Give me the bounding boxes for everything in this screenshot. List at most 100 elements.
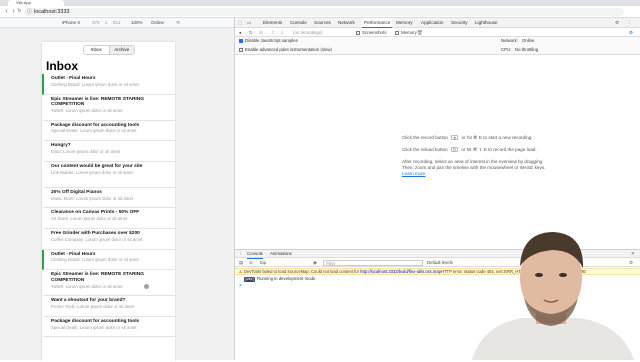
capture-settings-icon[interactable]: ⚙ [629,28,633,37]
message-list: Outlet - Final Hours Clothing Brand: Loru… [42,74,175,338]
tab-console[interactable]: Console [290,18,307,28]
memory-label: Memory [401,30,417,35]
message-preview: Special Deals: Lorum ipsum dolor or sit … [51,324,137,330]
list-item[interactable]: Our content would be great for your site… [42,162,175,188]
record-icon[interactable]: ● [239,28,242,37]
zoom-select[interactable]: 100% [131,18,143,28]
reload-icon[interactable]: ↻ [16,8,23,15]
list-item[interactable]: Want a shoutout for your brand? Promo Too… [42,296,175,317]
drawer-tab-animations[interactable]: Animations [270,250,292,258]
download-icon[interactable]: ⇩ [280,28,284,37]
record-hint: Click the record button ● or hit ⌘ E to … [402,135,533,141]
more-icon[interactable]: ⋮ [627,18,632,28]
rotate-icon[interactable]: ⟲ [176,18,180,28]
clear-icon[interactable]: ⊘ [259,28,263,37]
advanced-paint-label: Enable advanced paint instrumentation (s… [245,47,332,52]
device-select[interactable]: iPhone X [62,18,80,28]
sourcemap-link[interactable]: http://localhost:3333/build/flex-utils.c… [360,269,441,274]
segment-archive[interactable]: Archive [109,46,134,54]
phone-screen: Inbox Archive Inbox Outlet - Final Hours… [42,42,175,362]
console-prompt[interactable]: > [239,283,242,289]
message-preview: Link Builder: Lorum ipsum dolor or sit a… [51,169,133,175]
cpu-throttle-select[interactable]: No throttling [515,46,538,54]
vite-badge: [vite] [244,277,256,282]
list-item[interactable]: Outlet - Final Hours Clothing Brand: Loru… [42,249,175,271]
garbage-collect-icon[interactable]: 🗑 [417,28,423,37]
drawer-menu-icon[interactable]: ⋮ [238,250,242,258]
clear-console-icon[interactable]: ⊘ [249,259,253,267]
page-title: Inbox [46,59,78,73]
message-preview: Evan: Lorum ipsum dolor or sit amet [51,148,121,154]
record-inline-icon[interactable]: ● [451,135,459,141]
console-filter-input[interactable]: Filter [323,260,423,266]
reload-record-icon[interactable]: ↻ [249,28,253,37]
list-item[interactable]: 20% Off Digital Pianos Music Store: Lorum… [42,188,175,209]
sidebar-toggle-icon[interactable]: ▤ [239,259,243,267]
performance-landing: Click the record button ● or hit ⌘ E to … [235,55,640,245]
tab-application[interactable]: Application [421,18,443,28]
message-preview: Clothing Brand: Lorum ipsum dolor or sit… [51,81,139,87]
checkbox-checked-icon [239,38,243,43]
reload-inline-icon[interactable]: ↻ [451,147,458,153]
url-text: localhost:3333 [34,9,70,15]
url-field[interactable]: ⓘ localhost:3333 [24,8,624,16]
throttle-select[interactable]: Online [151,18,164,28]
list-item[interactable]: Epic Streamer is live: REMOTE STARING CO… [42,270,175,297]
record-hint-post: or hit ⌘ E to start a new recording. [461,135,533,140]
tab-lighthouse[interactable]: Lighthouse [475,18,497,28]
recordings-select[interactable]: (no recordings) [293,28,323,37]
tab-security[interactable]: Security [451,18,468,28]
list-item[interactable]: Package discount for accounting tools Spe… [42,317,175,338]
checkbox-icon [356,30,360,35]
advanced-paint-checkbox[interactable]: Enable advanced paint instrumentation (s… [239,46,332,54]
log-levels-select[interactable]: Default levels [427,259,453,267]
list-item[interactable]: Package discount for accounting tools Spe… [42,121,175,142]
list-item[interactable]: Clearance on Canvas Prints - 50% OFF Art … [42,208,175,229]
eye-icon[interactable]: ◉ [313,259,317,267]
list-item[interactable]: Free Grinder with Purchases over $200 Cof… [42,229,175,250]
settings-gear-icon[interactable]: ⚙ [615,18,619,28]
checkbox-icon [239,47,243,52]
context-select[interactable]: top [260,259,266,267]
screenshots-checkbox[interactable]: Screenshots [356,28,386,37]
message-title: Epic Streamer is live: REMOTE STARING CO… [51,272,144,283]
tab-performance[interactable]: Performance [362,18,393,28]
screenshots-label: Screenshots [362,30,387,35]
reload-hint-pre: Click the reload button [402,147,448,152]
cpu-label: CPU: [501,47,512,52]
drawer-tab-console[interactable]: Console [247,250,264,259]
message-preview: Clothing Brand: Lorum ipsum dolor or sit… [51,257,139,263]
device-toggle-icon[interactable]: ▭ [247,18,251,28]
message-preview: Twitch: Lorum ipsum dolor or sit amet [51,283,123,289]
message-title: Epic Streamer is live: REMOTE STARING CO… [51,96,144,108]
upload-icon[interactable]: ⇧ [271,28,275,37]
tab-network[interactable]: Network [338,18,355,28]
device-viewport: Inbox Archive Inbox Outlet - Final Hours… [0,28,234,362]
disable-js-samples-checkbox[interactable]: Disable JavaScript samples [239,37,298,45]
list-item[interactable]: Epic Streamer is live: REMOTE STARING CO… [42,95,175,121]
devtools-tab-bar: ⬚ ▭ Elements Console Sources Network Per… [235,18,640,28]
presenter-figure [472,232,634,360]
message-preview: Twitch: Lorum ipsum dolor or sit amet [51,108,123,114]
segment-inbox[interactable]: Inbox [84,46,110,54]
tab-memory[interactable]: Memory [396,18,413,28]
tab-sources[interactable]: Sources [314,18,331,28]
memory-checkbox[interactable]: Memory [395,28,417,37]
capture-settings: Disable JavaScript samples Enable advanc… [235,37,640,55]
network-throttle-select[interactable]: Online [522,37,534,45]
record-hint-pre: Click the record button [402,135,448,140]
inspect-icon[interactable]: ⬚ [238,18,242,28]
list-item[interactable]: Outlet - Final Hours Clothing Brand: Loru… [42,74,175,95]
device-height[interactable]: 812 [113,18,121,28]
address-bar: ‹ › ↻ ⓘ localhost:3333 [0,6,640,18]
device-width[interactable]: 375 [92,18,100,28]
message-preview: Promo Tools: Lorum ipsum dolor or sit am… [51,303,135,309]
lock-icon: ⓘ [27,9,33,15]
list-item[interactable]: Hungry? Evan: Lorum ipsum dolor or sit am… [42,141,175,162]
learn-more-link[interactable]: Learn more [402,171,426,177]
message-preview: Coffee Company: Lorum ipsum dolor or sit… [51,236,143,242]
log-text: Running in development mode. [257,276,317,281]
message-preview: Special Deals: Lorum ipsum dolor or sit … [51,128,137,134]
tab-elements[interactable]: Elements [263,18,282,28]
back-icon[interactable]: ‹ [3,8,10,15]
